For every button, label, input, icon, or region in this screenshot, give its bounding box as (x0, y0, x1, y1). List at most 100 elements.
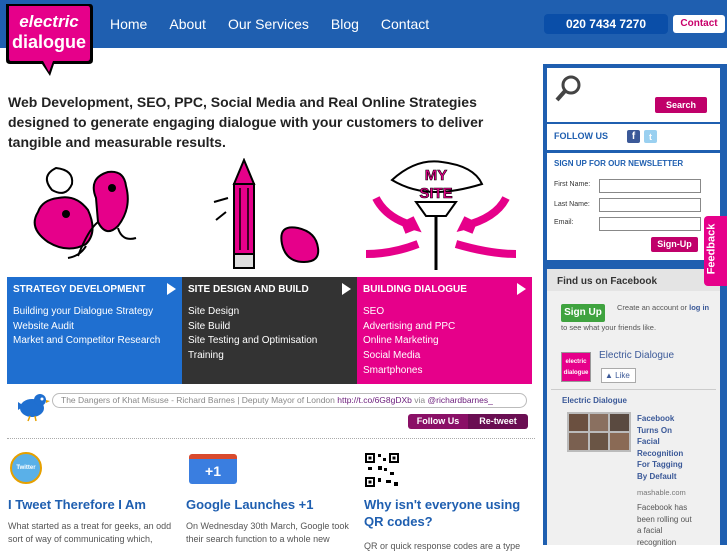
thumb-face (610, 433, 629, 450)
sidebar: FOLLOW US f t SIGN UP FOR OUR NEWSLETTER… (543, 64, 727, 547)
arrow-right-icon[interactable] (167, 283, 176, 295)
service-title: BUILDING DIALOGUE (363, 283, 467, 295)
thumb-face (569, 414, 588, 431)
service-col-strategy[interactable]: STRATEGY DEVELOPMENT Building your Dialo… (7, 277, 182, 384)
facebook-widget: Find us on Facebook Sign Up Create an ac… (547, 269, 720, 547)
last-name-field[interactable] (599, 198, 701, 212)
feedback-label: Feedback (705, 223, 718, 275)
story-source: mashable.com (637, 488, 686, 497)
service-col-design[interactable]: SITE DESIGN AND BUILD Site Design Site B… (182, 277, 357, 384)
thumb-face (589, 414, 609, 431)
sign-text-1: MY (425, 167, 448, 184)
tweet-text: The Dangers of Khat Misuse - Richard Bar… (61, 395, 335, 405)
main-nav: Home About Our Services Blog Contact (110, 0, 451, 48)
service-heading: STRATEGY DEVELOPMENT (13, 283, 176, 295)
facebook-icon[interactable]: f (627, 130, 640, 143)
nav-home[interactable]: Home (110, 16, 147, 32)
service-link[interactable]: Site Build (188, 320, 351, 335)
newsletter-signup-button[interactable]: Sign-Up (651, 237, 698, 252)
logo[interactable]: electric dialogue (2, 0, 94, 78)
twitter-icon[interactable]: t (644, 130, 657, 143)
google-plus-one-icon: +1 (189, 454, 237, 484)
like-label: Like (615, 371, 630, 380)
facebook-page-name[interactable]: Electric Dialogue (599, 350, 674, 361)
tagline: Web Development, SEO, PPC, Social Media … (8, 94, 484, 150)
service-link[interactable]: Online Marketing (363, 334, 526, 349)
service-link[interactable]: SEO (363, 305, 526, 320)
facebook-like-button[interactable]: ▲ Like (601, 368, 636, 383)
service-heading: SITE DESIGN AND BUILD (188, 283, 351, 295)
story-title[interactable]: Facebook Turns On Facial Recognition For… (637, 413, 693, 482)
service-link[interactable]: Market and Competitor Research (13, 334, 176, 349)
arrow-right-icon[interactable] (342, 283, 351, 295)
first-name-field[interactable] (599, 179, 701, 193)
facebook-widget-title: Find us on Facebook (557, 276, 658, 287)
thumb-face (589, 433, 609, 450)
strategy-illustration (33, 166, 137, 259)
service-link[interactable]: Site Testing and Optimisation (188, 334, 351, 349)
post-title[interactable]: I Tweet Therefore I Am (8, 496, 146, 513)
story-thumbnail[interactable] (567, 412, 631, 452)
retweet-button[interactable]: Re-tweet (468, 414, 528, 429)
service-col-dialogue[interactable]: BUILDING DIALOGUE SEO Advertising and PP… (357, 277, 532, 384)
contact-button[interactable]: Contact (673, 15, 725, 33)
feedback-tab[interactable]: Feedback (704, 216, 727, 286)
service-link[interactable]: Website Audit (13, 320, 176, 335)
search-button[interactable]: Search (655, 97, 707, 113)
post-excerpt: QR or quick response codes are a type (364, 541, 521, 551)
facebook-signup-button[interactable]: Sign Up (561, 304, 605, 322)
tweet-handle[interactable]: @richardbarnes_ (428, 395, 493, 405)
page-avatar-line2: dialogue (563, 370, 589, 376)
qr-code-icon (364, 452, 400, 488)
post-excerpt: What started as a treat for geeks, an od… (8, 521, 172, 544)
thumbs-up-icon: ▲ (605, 371, 613, 380)
facebook-prompt: Create an account or log in (617, 303, 717, 313)
service-title: STRATEGY DEVELOPMENT (13, 283, 146, 295)
twitter-badge-icon: Twitter (10, 452, 42, 484)
follow-us-box: FOLLOW US f t (547, 124, 720, 150)
sign-text-2: SITE (419, 185, 452, 202)
page-avatar-line1: electric (565, 359, 587, 365)
nav-services[interactable]: Our Services (228, 16, 309, 32)
email-label: Email: (554, 219, 574, 226)
feed-header[interactable]: Electric Dialogue (562, 396, 627, 405)
nav-about[interactable]: About (169, 16, 206, 32)
service-link[interactable]: Social Media (363, 349, 526, 364)
post-title[interactable]: Why isn't everyone using QR codes? (364, 496, 534, 530)
phone-number: 020 7434 7270 (544, 14, 668, 34)
nav-contact[interactable]: Contact (381, 16, 429, 32)
fb-divider (551, 389, 716, 390)
story-excerpt: Facebook has been rolling out a facial r… (637, 503, 692, 547)
logo-line2: dialogue (12, 32, 86, 52)
post-excerpt: On Wednesday 30th March, Google took the… (186, 521, 349, 544)
search-box (547, 68, 720, 122)
arrow-right-icon[interactable] (517, 283, 526, 295)
service-link[interactable]: Advertising and PPC (363, 320, 526, 335)
facebook-prompt-post: to see what your friends like. (561, 323, 657, 332)
logo-line1: electric (19, 12, 79, 31)
search-icon (555, 75, 581, 102)
design-illustration (213, 158, 320, 269)
nav-blog[interactable]: Blog (331, 16, 359, 32)
last-name-label: Last Name: (554, 201, 590, 208)
page-avatar[interactable]: electric dialogue (561, 352, 591, 382)
facebook-login-link[interactable]: log in (689, 303, 709, 312)
tweet-via: via (414, 395, 426, 405)
divider (7, 438, 535, 439)
service-link[interactable]: Building your Dialogue Strategy (13, 305, 176, 320)
post-title[interactable]: Google Launches +1 (186, 496, 314, 513)
service-link[interactable]: Smartphones (363, 364, 526, 379)
service-title: SITE DESIGN AND BUILD (188, 283, 309, 295)
email-field[interactable] (599, 217, 701, 231)
first-name-label: First Name: (554, 181, 591, 188)
tweet-link[interactable]: http://t.co/6G8gDXb (337, 395, 412, 405)
newsletter-title: SIGN UP FOR OUR NEWSLETTER (554, 159, 684, 168)
facebook-prompt-pre: Create an account or (617, 303, 688, 312)
thumb-face (569, 433, 588, 450)
latest-tweet: The Dangers of Khat Misuse - Richard Bar… (52, 393, 527, 408)
service-link[interactable]: Training (188, 349, 351, 364)
dialogue-illustration: MY SITE (365, 160, 517, 270)
twitter-actions: Follow Us Re-tweet (408, 414, 528, 429)
service-link[interactable]: Site Design (188, 305, 351, 320)
follow-us-button[interactable]: Follow Us (408, 414, 468, 429)
